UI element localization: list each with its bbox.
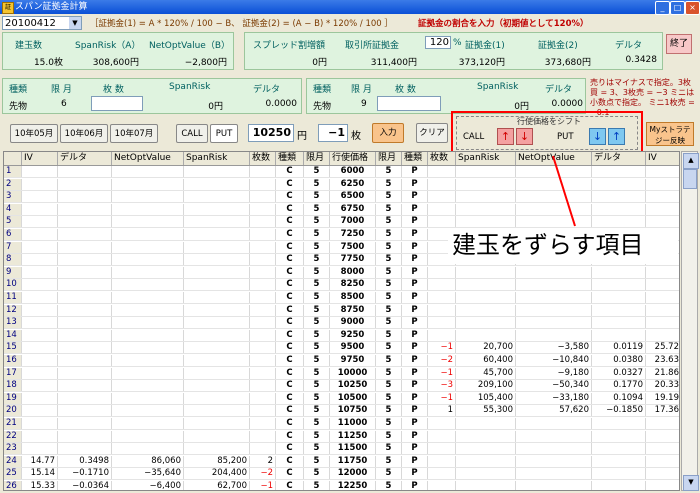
annotation-callout: 建玉をずらす項目	[448, 228, 678, 264]
annotation-line	[552, 155, 576, 227]
